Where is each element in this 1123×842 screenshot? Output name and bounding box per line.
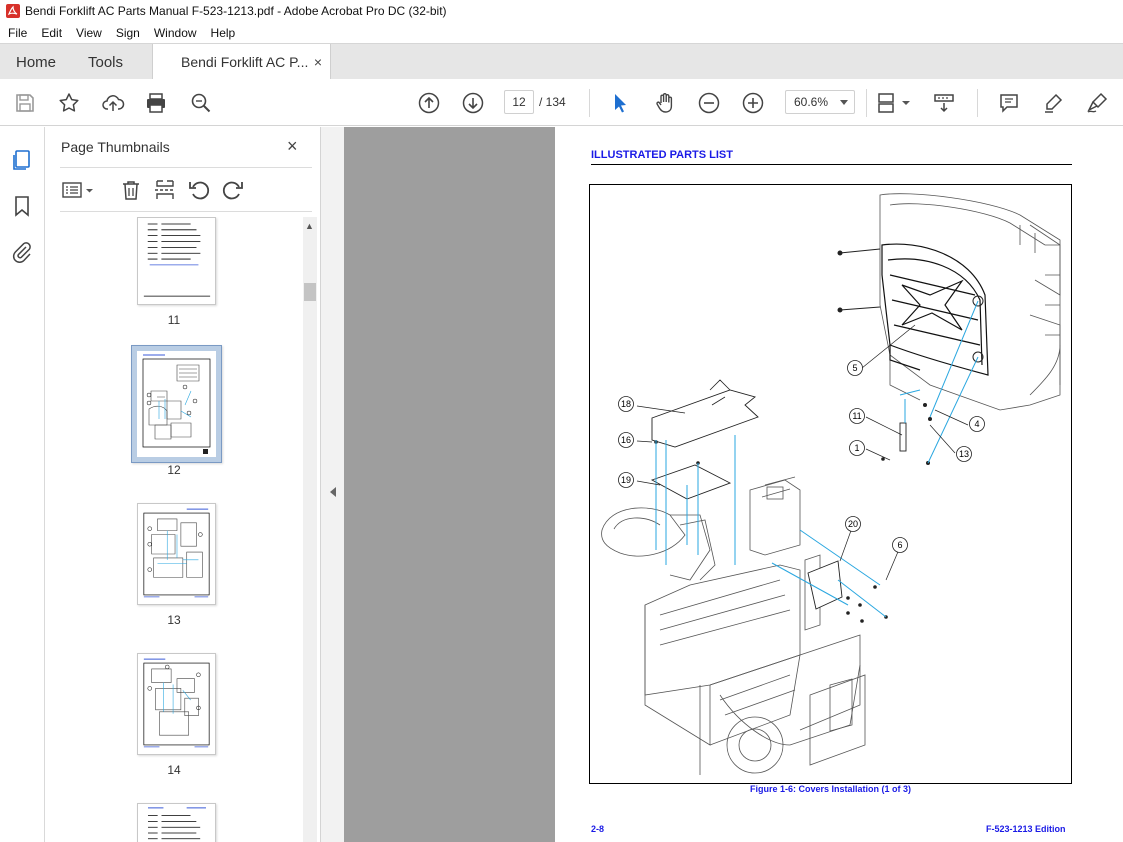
tab-tools[interactable]: Tools: [88, 44, 123, 80]
toolbar-divider: [866, 89, 867, 117]
thumbnail-label: 14: [167, 763, 181, 777]
menu-window[interactable]: Window: [146, 26, 203, 40]
callout-19: 19: [621, 475, 631, 485]
title-bar: Bendi Forklift AC Parts Manual F-523-121…: [0, 0, 1123, 22]
menu-bar: File Edit View Sign Window Help: [0, 22, 1123, 43]
sign-pen-icon[interactable]: [1085, 91, 1109, 115]
page-footer-edition: F-523-1213 Edition: [986, 824, 1066, 834]
menu-edit[interactable]: Edit: [33, 26, 68, 40]
zoom-in-icon[interactable]: [741, 91, 765, 115]
page-total: / 134: [539, 95, 566, 109]
insert-page-icon[interactable]: [153, 178, 177, 202]
panel-title: Page Thumbnails: [61, 139, 170, 155]
next-page-icon[interactable]: [461, 91, 485, 115]
select-cursor-icon[interactable]: [608, 91, 632, 115]
zoom-out-icon[interactable]: [697, 91, 721, 115]
scroll-up-icon[interactable]: ▲: [305, 221, 314, 231]
callout-6: 6: [897, 540, 902, 550]
rotate-left-icon[interactable]: [187, 178, 211, 202]
callout-5: 5: [852, 363, 857, 373]
tab-home[interactable]: Home: [16, 44, 56, 80]
thumbnail-image: [143, 658, 210, 748]
callout-18: 18: [621, 399, 631, 409]
panel-divider: [60, 167, 312, 168]
window-title: Bendi Forklift AC Parts Manual F-523-121…: [25, 4, 447, 18]
menu-help[interactable]: Help: [203, 26, 242, 40]
delete-page-icon[interactable]: [119, 178, 143, 202]
thumbnail-list: 11 12 13 14: [45, 217, 303, 842]
previous-page-icon[interactable]: [417, 91, 441, 115]
thumbnail-image: [143, 223, 211, 297]
figure-caption: Figure 1-6: Covers Installation (1 of 3): [749, 784, 912, 794]
bookmark-icon[interactable]: [10, 194, 34, 218]
scrollbar-thumb[interactable]: [304, 283, 316, 301]
tab-document[interactable]: Bendi Forklift AC P... ×: [152, 44, 331, 80]
thumbnails-panel: Page Thumbnails × 11 12 13 14 ▲: [45, 127, 320, 842]
thumbnail-page-13[interactable]: [137, 503, 216, 605]
thumbnail-image: [137, 351, 216, 457]
pdf-page: ILLUSTRATED PARTS LIST 5 18 16 19 11 4 1…: [555, 127, 1123, 842]
page-fit-icon[interactable]: [876, 91, 912, 115]
attachment-icon[interactable]: [10, 240, 34, 264]
print-icon[interactable]: [144, 91, 168, 115]
document-header: ILLUSTRATED PARTS LIST: [591, 149, 733, 161]
page-thumbnails-icon[interactable]: [10, 148, 34, 172]
callout-11: 11: [852, 411, 861, 421]
chevron-down-icon: [840, 100, 848, 105]
panel-collapse-strip[interactable]: [320, 127, 344, 842]
rotate-right-icon[interactable]: [221, 178, 245, 202]
bookmark-star-icon[interactable]: [57, 91, 81, 115]
collapse-left-icon[interactable]: [330, 487, 336, 497]
comment-icon[interactable]: [997, 91, 1021, 115]
header-rule: [591, 164, 1072, 165]
tab-document-label: Bendi Forklift AC P...: [181, 54, 309, 70]
close-panel-icon[interactable]: ×: [287, 136, 298, 157]
diagram-callouts: 5 18 16 19 11 4 1 13 20 6: [618, 360, 985, 553]
thumbnail-page-14[interactable]: [137, 653, 216, 755]
thumbnail-page-12[interactable]: [131, 345, 222, 463]
menu-view[interactable]: View: [68, 26, 108, 40]
toolbar-divider: [589, 89, 590, 117]
page-footer-number: 2-8: [591, 824, 605, 834]
page-number-input[interactable]: [504, 90, 534, 114]
callout-1: 1: [854, 443, 859, 453]
figure-frame: 5 18 16 19 11 4 1 13 20 6: [589, 184, 1072, 784]
panel-divider: [60, 211, 312, 212]
menu-file[interactable]: File: [0, 26, 33, 40]
thumbnail-image: [143, 508, 210, 598]
document-canvas[interactable]: ILLUSTRATED PARTS LIST 5 18 16 19 11 4 1…: [344, 127, 1123, 842]
callout-4: 4: [974, 419, 979, 429]
callout-16: 16: [621, 435, 631, 445]
scroll-mode-icon[interactable]: [932, 91, 956, 115]
tab-bar: Home Tools Bendi Forklift AC P... ×: [0, 43, 1123, 80]
cloud-upload-icon[interactable]: [101, 91, 125, 115]
toolbar-divider: [977, 89, 978, 117]
zoom-value: 60.6%: [794, 95, 829, 109]
callout-13: 13: [959, 449, 969, 459]
thumbnail-image: [147, 807, 206, 840]
hand-tool-icon[interactable]: [653, 91, 677, 115]
left-rail: [0, 127, 45, 842]
thumbnail-label: 13: [167, 613, 181, 627]
acrobat-app-icon: [6, 4, 20, 18]
covers-installation-diagram: 5 18 16 19 11 4 1 13 20 6: [601, 193, 1061, 775]
thumbnail-page-15[interactable]: [137, 803, 216, 842]
thumbnail-options-icon[interactable]: [61, 178, 95, 202]
highlight-pen-icon[interactable]: [1041, 91, 1065, 115]
close-tab-icon[interactable]: ×: [314, 54, 322, 70]
zoom-search-icon[interactable]: [189, 91, 213, 115]
callout-20: 20: [848, 519, 858, 529]
thumbnail-label: 11: [167, 313, 181, 327]
zoom-select[interactable]: 60.6%: [785, 90, 855, 114]
save-icon[interactable]: [13, 91, 37, 115]
thumbnail-label: 12: [167, 463, 181, 477]
thumbnail-scrollbar[interactable]: ▲: [303, 217, 317, 842]
menu-sign[interactable]: Sign: [108, 26, 146, 40]
thumbnail-page-11[interactable]: [137, 217, 216, 305]
